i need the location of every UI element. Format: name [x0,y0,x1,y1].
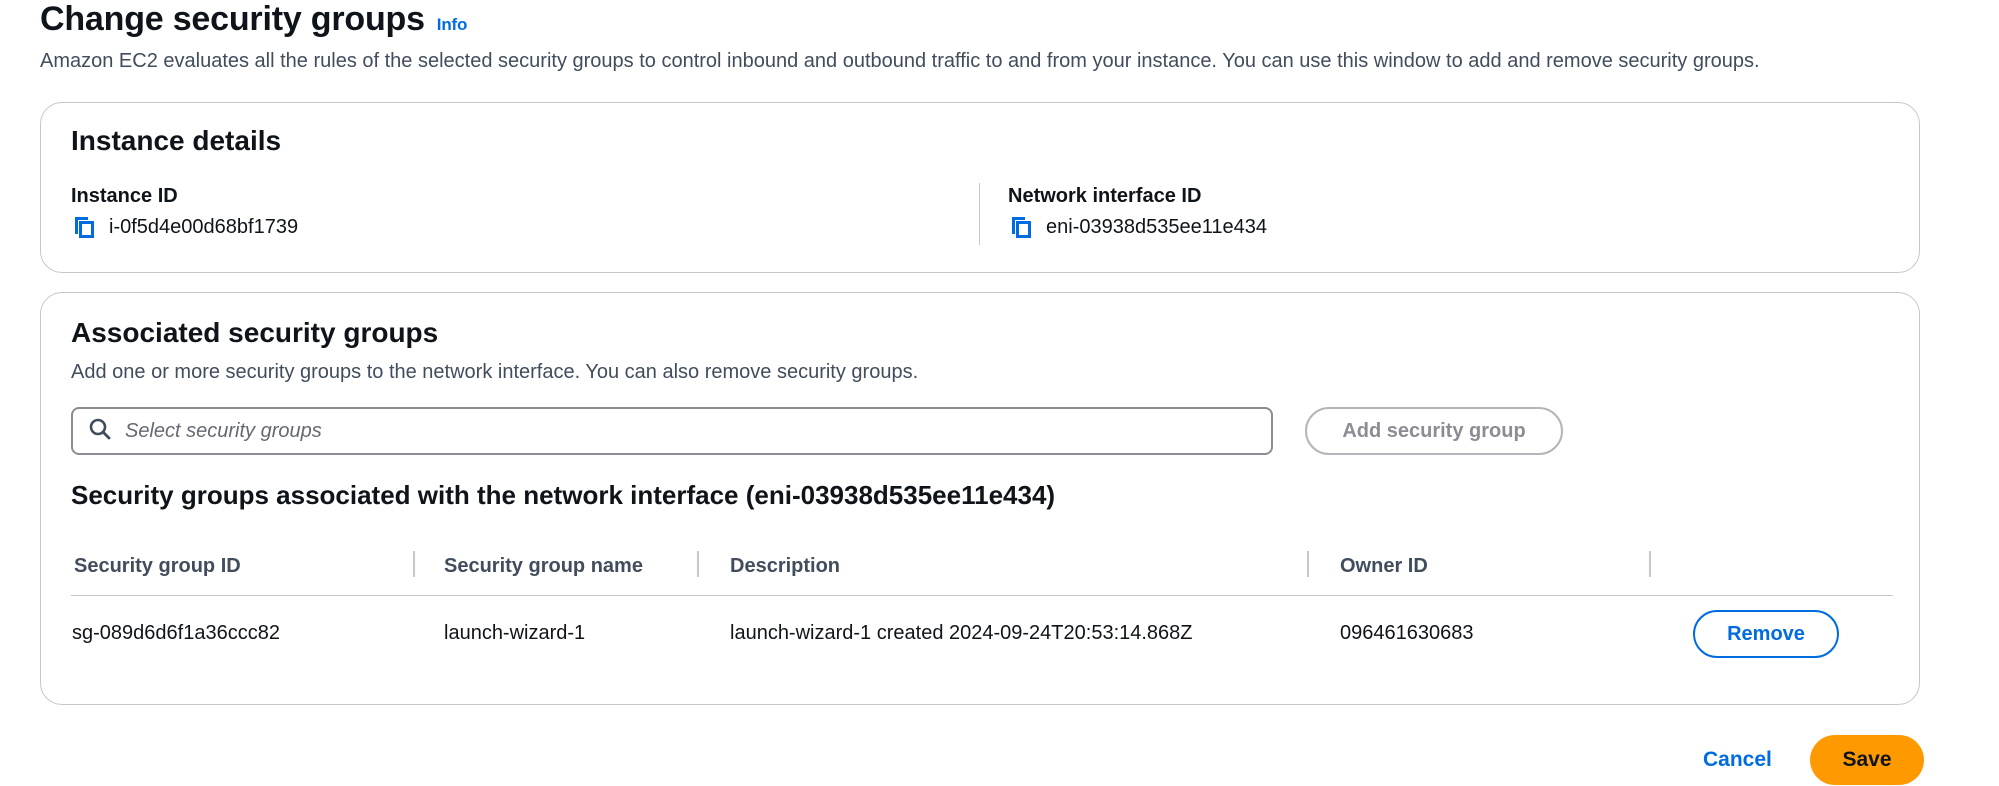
save-button[interactable]: Save [1810,735,1924,785]
search-input[interactable] [123,418,1271,444]
column-resizer[interactable] [697,551,699,577]
cell-security-group-id: sg-089d6d6f1a36ccc82 [72,622,280,644]
network-interface-field: Network interface ID eni-03938d535ee11e4… [1008,185,1267,240]
column-header-security-group-id[interactable]: Security group ID [74,555,241,578]
copy-icon[interactable] [71,214,97,240]
instance-details-card: Instance details Instance ID i-0f5d4e00d… [40,102,1920,273]
cell-security-group-name: launch-wizard-1 [444,622,586,644]
instance-details-header: Instance details [71,125,282,156]
add-security-group-button[interactable]: Add security group [1305,407,1563,455]
table-title: Security groups associated with the netw… [71,480,1056,510]
cell-owner-id: 096461630683 [1340,622,1474,644]
instance-id-value: i-0f5d4e00d68bf1739 [109,215,299,238]
search-icon [89,418,111,445]
page-description: Amazon EC2 evaluates all the rules of th… [40,50,1760,72]
instance-id-field: Instance ID i-0f5d4e00d68bf1739 [71,185,298,240]
instance-id-label: Instance ID [71,185,178,207]
associated-security-groups-card: Associated security groups Add one or mo… [40,292,1920,705]
table-header-divider [71,595,1893,596]
column-header-owner-id[interactable]: Owner ID [1340,555,1428,578]
info-link[interactable]: Info [437,15,468,35]
column-resizer[interactable] [413,551,415,577]
network-interface-value-row: eni-03938d535ee11e434 [1008,214,1267,240]
cell-description: launch-wizard-1 created 2024-09-24T20:53… [730,622,1193,644]
security-group-search[interactable] [71,407,1273,455]
network-interface-label: Network interface ID [1008,185,1202,207]
network-interface-value: eni-03938d535ee11e434 [1046,215,1267,238]
column-header-description[interactable]: Description [730,555,840,578]
change-security-groups-page: Change security groups Info Amazon EC2 e… [0,0,1999,786]
copy-icon[interactable] [1008,214,1034,240]
associated-groups-description: Add one or more security groups to the n… [71,361,919,383]
associated-groups-header: Associated security groups [71,317,439,348]
cancel-button[interactable]: Cancel [1703,748,1772,772]
remove-button[interactable]: Remove [1693,610,1839,658]
column-header-security-group-name[interactable]: Security group name [444,555,643,578]
details-divider [979,183,980,245]
page-title-row: Change security groups Info [40,0,467,39]
column-resizer[interactable] [1307,551,1309,577]
instance-id-value-row: i-0f5d4e00d68bf1739 [71,214,298,240]
column-resizer[interactable] [1649,551,1651,577]
page-title: Change security groups [40,0,425,38]
